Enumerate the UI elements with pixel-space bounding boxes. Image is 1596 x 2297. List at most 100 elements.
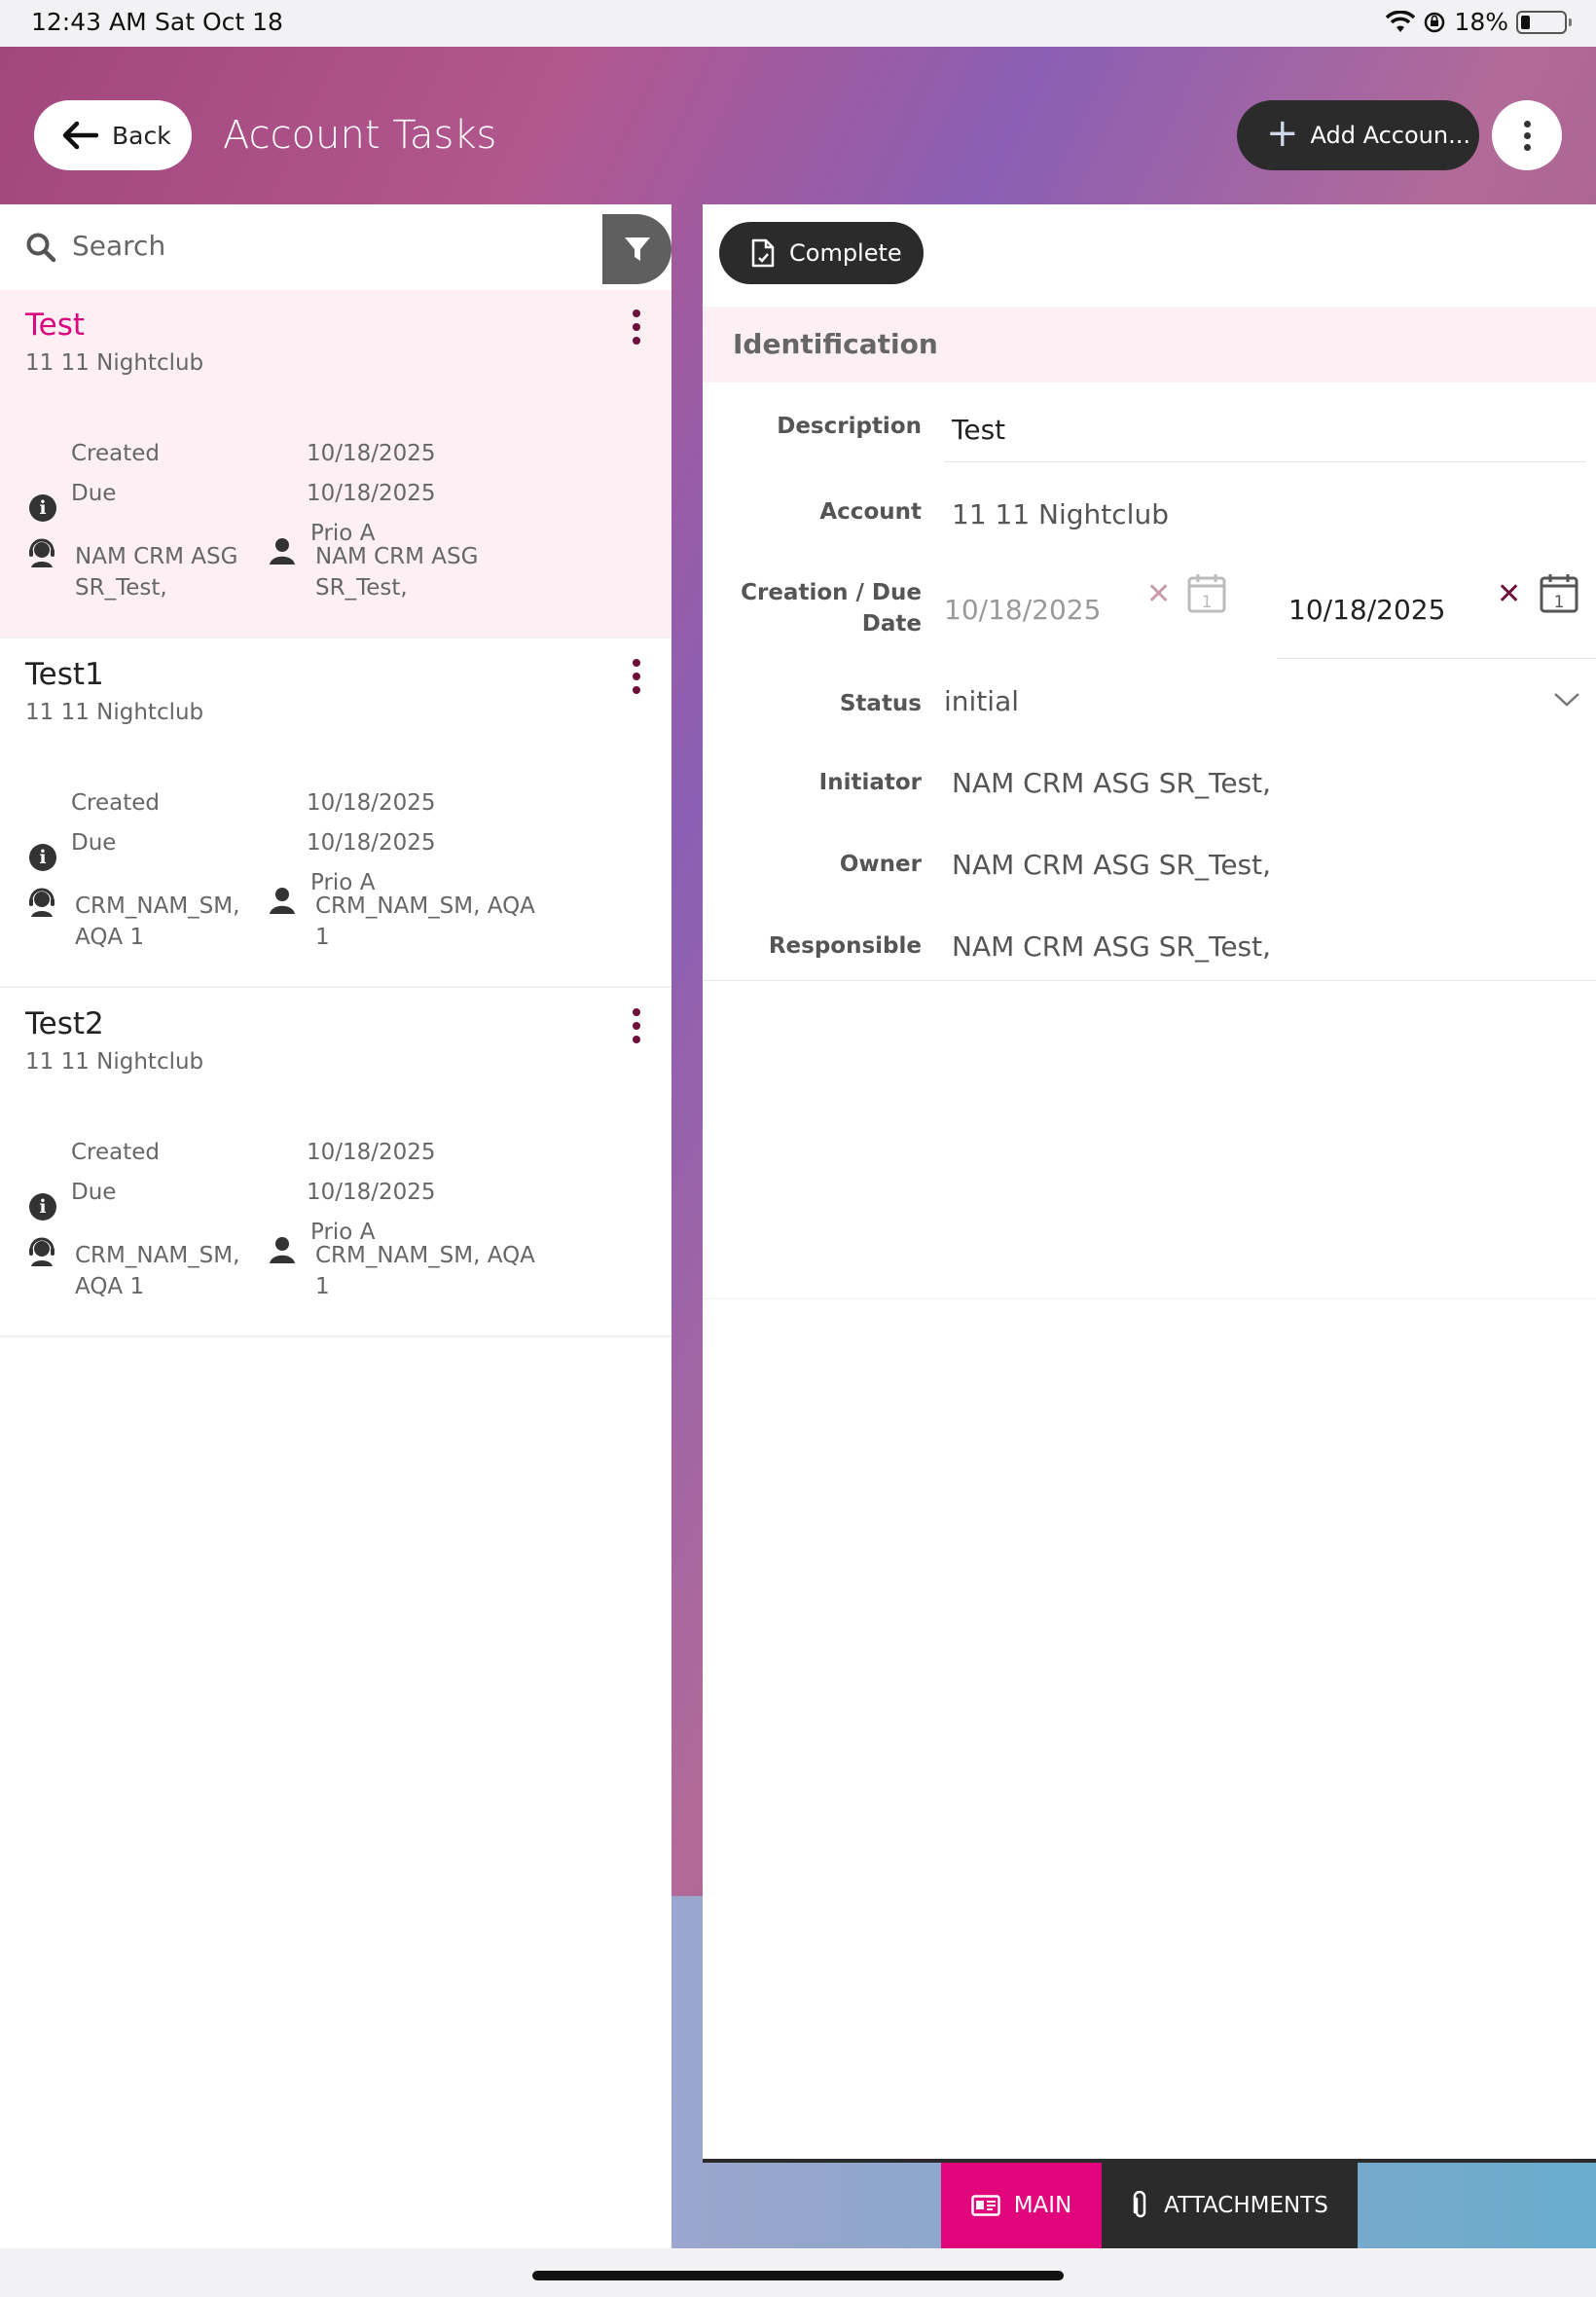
task-account: 11 11 Nightclub <box>25 350 204 376</box>
arrow-left-icon <box>62 121 98 150</box>
filter-button[interactable] <box>602 214 671 284</box>
task-list-item[interactable]: Test1 11 11 Nightclub Created 10/18/2025… <box>0 639 671 988</box>
chevron-down-icon[interactable] <box>1553 691 1580 709</box>
due-label: Due <box>71 1180 117 1205</box>
status-select[interactable]: initial <box>944 685 1019 717</box>
task-account: 11 11 Nightclub <box>25 1049 204 1075</box>
search-input[interactable]: Search <box>72 230 165 262</box>
task-title: Test2 <box>25 1006 104 1041</box>
task-menu-button[interactable] <box>625 1004 648 1047</box>
description-label: Description <box>777 414 922 439</box>
clear-creation-date-icon: ✕ <box>1146 577 1172 611</box>
more-options-button[interactable] <box>1492 100 1562 170</box>
owner-name: CRM_NAM_SM, AQA 1 <box>315 893 535 950</box>
dot <box>1523 131 1531 139</box>
due-label: Due <box>71 481 117 506</box>
owner-person-icon <box>270 538 295 565</box>
initiator-label: Initiator <box>818 770 922 795</box>
divider <box>703 980 1596 981</box>
home-indicator[interactable] <box>532 2271 1064 2280</box>
task-menu-button[interactable] <box>625 306 648 348</box>
created-label: Created <box>71 790 161 816</box>
account-field: 11 11 Nightclub <box>952 498 1169 530</box>
initiator-name: CRM_NAM_SM, AQA 1 <box>75 1243 240 1299</box>
complete-label: Complete <box>789 239 902 267</box>
calendar-icon: 1 <box>1187 574 1226 613</box>
divider <box>1277 658 1596 659</box>
status-date: Sat Oct 18 <box>155 8 283 36</box>
responsible-field: NAM CRM ASG SR_Test, <box>952 930 1272 963</box>
calendar-button[interactable]: 1 <box>1540 572 1578 613</box>
dot <box>1523 120 1531 128</box>
owner-person-icon <box>270 888 295 914</box>
task-title: Test <box>25 308 86 343</box>
paperclip-icon <box>1133 2191 1146 2218</box>
info-icon: i <box>29 1193 56 1221</box>
back-label: Back <box>112 121 171 150</box>
task-list-item[interactable]: Test 11 11 Nightclub Created 10/18/2025 … <box>0 290 671 638</box>
owner-label: Owner <box>839 852 922 877</box>
tab-main[interactable]: MAIN <box>941 2163 1102 2248</box>
initiator-name: CRM_NAM_SM, AQA 1 <box>75 893 240 950</box>
wifi-icon <box>1386 10 1416 32</box>
created-date: 10/18/2025 <box>307 790 436 816</box>
due-date-field[interactable]: 10/18/2025 <box>1288 594 1445 626</box>
task-list-panel: Search Test 11 11 Nightclub Created 10/1… <box>0 204 671 2248</box>
section-title: Identification <box>733 328 938 360</box>
add-account-task-button[interactable]: + Add Accoun... <box>1237 100 1479 170</box>
description-field[interactable]: Test <box>952 414 1005 446</box>
created-date: 10/18/2025 <box>307 441 436 466</box>
divider <box>944 461 1586 462</box>
creation-due-date-label: Creation / Due Date <box>741 580 922 637</box>
initiator-name: NAM CRM ASG SR_Test, <box>75 544 238 601</box>
search-bar[interactable]: Search <box>0 204 671 290</box>
created-label: Created <box>71 1140 161 1165</box>
creation-date-field: 10/18/2025 <box>944 594 1102 626</box>
task-account: 11 11 Nightclub <box>25 700 204 725</box>
tab-main-label: MAIN <box>1013 2193 1072 2218</box>
rotation-lock-icon <box>1425 12 1445 32</box>
responsible-label: Responsible <box>768 933 922 959</box>
task-menu-button[interactable] <box>625 655 648 698</box>
clear-due-date-button[interactable]: ✕ <box>1497 580 1521 609</box>
add-label: Add Accoun... <box>1310 122 1470 149</box>
owner-name: NAM CRM ASG SR_Test, <box>315 544 479 601</box>
created-date: 10/18/2025 <box>307 1140 436 1165</box>
owner-person-icon <box>270 1237 295 1263</box>
id-card-icon <box>970 2195 1000 2216</box>
info-icon: i <box>29 844 56 871</box>
section-header: Identification <box>703 307 1596 383</box>
divider <box>703 1298 1596 1299</box>
account-label: Account <box>819 499 922 525</box>
document-check-icon <box>751 238 775 268</box>
dot <box>1523 143 1531 151</box>
calendar-day: 1 <box>1554 593 1565 612</box>
due-date: 10/18/2025 <box>307 1180 436 1205</box>
due-date: 10/18/2025 <box>307 830 436 856</box>
initiator-field: NAM CRM ASG SR_Test, <box>952 767 1272 799</box>
owner-field: NAM CRM ASG SR_Test, <box>952 849 1272 881</box>
owner-name: CRM_NAM_SM, AQA 1 <box>315 1243 535 1299</box>
page-title: Account Tasks <box>223 113 497 158</box>
complete-button[interactable]: Complete <box>719 222 924 284</box>
battery-percent: 18% <box>1454 8 1508 36</box>
task-title: Test1 <box>25 657 104 692</box>
initiator-headset-icon <box>29 1237 54 1266</box>
task-detail-panel: Complete Identification Description Test… <box>703 204 1596 2161</box>
tab-attachments[interactable]: ATTACHMENTS <box>1102 2163 1358 2248</box>
status-right: 18% <box>1386 8 1572 36</box>
info-icon: i <box>29 494 56 522</box>
due-label: Due <box>71 830 117 856</box>
status-label: Status <box>839 691 922 716</box>
status-bar: 12:43 AM Sat Oct 18 18% <box>0 0 1596 47</box>
initiator-headset-icon <box>29 538 54 567</box>
plus-icon: + <box>1266 111 1299 156</box>
search-icon <box>25 232 56 263</box>
back-button[interactable]: Back <box>34 100 192 170</box>
task-list-item[interactable]: Test2 11 11 Nightclub Created 10/18/2025… <box>0 989 671 1337</box>
battery-icon <box>1516 10 1572 34</box>
initiator-headset-icon <box>29 888 54 917</box>
filter-icon <box>624 237 650 261</box>
created-label: Created <box>71 441 161 466</box>
due-date: 10/18/2025 <box>307 481 436 506</box>
